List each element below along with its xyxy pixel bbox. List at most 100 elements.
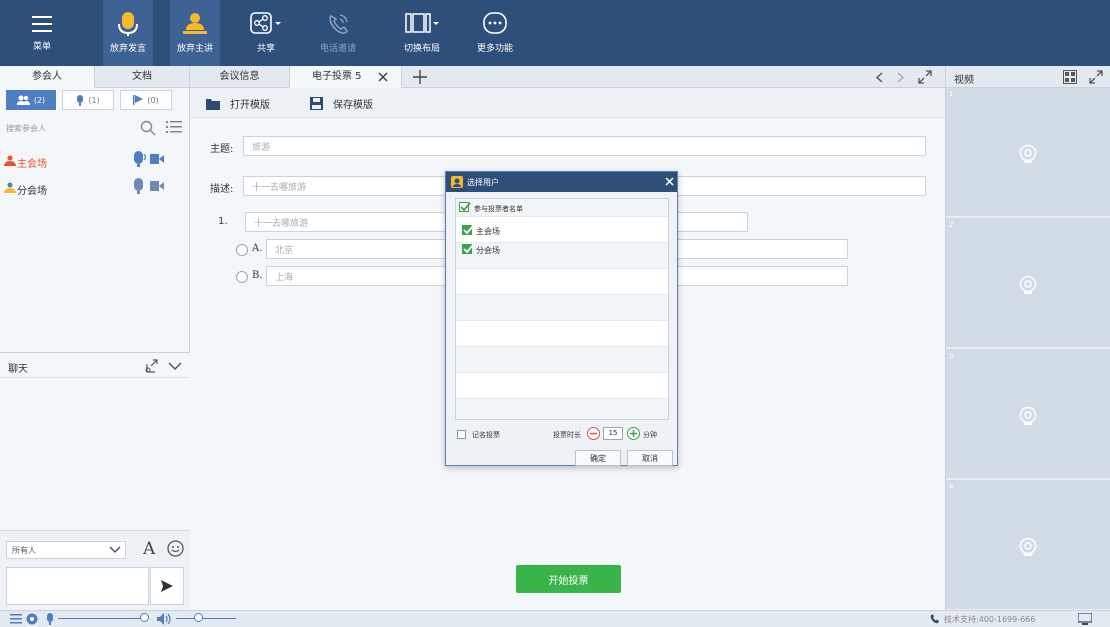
tab-label: 电子投票 5 <box>312 71 362 82</box>
menu-icon <box>32 16 52 32</box>
participant-checkbox[interactable] <box>462 225 474 235</box>
option-b-radio[interactable] <box>236 271 248 283</box>
toolbar-release-presenter-button[interactable]: 放弃主讲 <box>170 0 220 66</box>
duration-input[interactable]: 15 <box>603 427 623 440</box>
duration-unit: 分钟 <box>643 431 657 439</box>
webcam-icon <box>1019 537 1037 556</box>
list-header-row[interactable]: 参与投票者名单 <box>456 199 668 217</box>
toolbar-share-button[interactable]: 共享 <box>244 0 288 66</box>
popout-icon[interactable] <box>144 359 158 373</box>
toolbar-label: 共享 <box>256 44 275 54</box>
checkmark-icon <box>460 202 471 212</box>
left-panel: (2) (1) (0) 搜索参会人 主会场 分会场 聊天 所有人 A <box>0 88 190 610</box>
toolbar-more-button[interactable]: 更多功能 <box>471 0 519 66</box>
plus-icon[interactable] <box>627 427 640 440</box>
add-tab-icon[interactable] <box>413 70 427 84</box>
camera-icon[interactable] <box>150 154 164 164</box>
save-template-label: 保存模版 <box>333 100 373 111</box>
toolbar-label: 电话邀请 <box>319 44 356 54</box>
confirm-button[interactable]: 确定 <box>575 450 621 466</box>
microphone-icon[interactable] <box>132 178 148 196</box>
filter-all-button[interactable]: (2) <box>6 90 56 110</box>
tab-attendees[interactable]: 参会人 <box>0 66 95 88</box>
recipient-value: 所有人 <box>12 546 36 555</box>
subject-label: 主题: <box>210 144 234 155</box>
participant-row[interactable]: 主会场 <box>456 217 668 243</box>
video-cell-number: 4 <box>949 483 954 491</box>
network-icon[interactable] <box>1078 613 1092 625</box>
video-cell[interactable]: 3 <box>946 350 1110 480</box>
dialog-title: 选择用户 <box>467 178 499 187</box>
list-view-icon[interactable] <box>166 120 182 134</box>
camera-status-icon[interactable] <box>26 613 38 625</box>
search-placeholder: 搜索参会人 <box>6 124 46 133</box>
participant-row[interactable]: 分会场 <box>456 243 668 269</box>
chat-message-input[interactable] <box>6 567 149 605</box>
grid-layout-icon[interactable] <box>1063 70 1077 84</box>
microphone-icon[interactable] <box>46 613 54 625</box>
microphone-icon[interactable] <box>132 151 148 169</box>
webcam-icon <box>1019 406 1037 425</box>
search-icon[interactable] <box>140 120 156 136</box>
participant-checkbox[interactable] <box>462 244 474 254</box>
description-label: 描述: <box>210 184 234 195</box>
close-icon[interactable] <box>378 72 388 82</box>
filter-speaking-button[interactable]: (1) <box>62 90 114 110</box>
participant-name: 分会场 <box>476 246 500 255</box>
send-button[interactable] <box>150 567 184 605</box>
tab-documents[interactable]: 文档 <box>95 66 190 88</box>
video-cell[interactable]: 2 <box>946 219 1110 349</box>
folder-icon <box>206 98 220 110</box>
phone-icon <box>329 14 348 34</box>
toolbar-switch-layout-button[interactable]: 切换布局 <box>398 0 446 66</box>
close-icon[interactable] <box>665 177 674 186</box>
tab-meeting-info[interactable]: 会议信息 <box>190 66 290 88</box>
minus-icon[interactable] <box>587 427 600 440</box>
mic-volume-slider[interactable] <box>140 613 149 622</box>
camera-icon[interactable] <box>150 181 164 191</box>
open-template-button[interactable]: 打开模版 <box>206 96 270 111</box>
filter-count: (1) <box>88 95 100 105</box>
toolbar-menu-button[interactable]: 菜单 <box>20 0 64 66</box>
expand-icon[interactable] <box>1089 70 1103 84</box>
named-vote-label: 记名投票 <box>472 431 500 439</box>
chevron-left-icon[interactable] <box>875 72 883 83</box>
speaker-volume-slider[interactable] <box>194 613 203 622</box>
webcam-icon <box>1019 275 1037 294</box>
option-a-radio[interactable] <box>236 244 248 256</box>
chat-title: 聊天 <box>8 364 28 375</box>
list-icon[interactable] <box>10 613 22 625</box>
video-cell[interactable]: 1 <box>946 88 1110 218</box>
start-vote-button[interactable]: 开始投票 <box>516 565 621 593</box>
tab-electronic-vote[interactable]: 电子投票 5 <box>290 66 402 88</box>
select-all-checkbox[interactable] <box>459 202 471 212</box>
empty-row <box>456 373 668 399</box>
chat-recipient-select[interactable]: 所有人 <box>6 541 126 559</box>
attendee-filter-row: (2) (1) (0) <box>0 88 190 112</box>
toolbar-phone-invite-button[interactable]: 电话邀请 <box>312 0 364 66</box>
subject-input[interactable]: 旅游 <box>243 136 926 156</box>
expand-icon[interactable] <box>918 70 932 84</box>
attendee-search-input[interactable]: 搜索参会人 <box>0 118 190 140</box>
attendee-row[interactable]: 分会场 <box>0 176 190 200</box>
layout-icon <box>405 13 439 33</box>
checkmark-icon <box>463 244 474 254</box>
emoji-icon[interactable] <box>167 540 184 557</box>
toolbar-release-speech-button[interactable]: 放弃发言 <box>103 0 153 66</box>
filter-count: (0) <box>147 95 159 105</box>
chevron-down-icon[interactable] <box>168 362 182 371</box>
webcam-icon <box>1019 144 1037 163</box>
chevron-right-icon[interactable] <box>897 72 905 83</box>
microphone-icon <box>77 94 84 106</box>
cancel-button[interactable]: 取消 <box>627 450 673 466</box>
speaker-icon[interactable] <box>157 613 173 625</box>
named-vote-checkbox[interactable] <box>457 430 466 439</box>
font-style-icon[interactable]: A <box>143 539 155 559</box>
attendee-row[interactable]: 主会场 <box>0 149 190 173</box>
participant-list: 参与投票者名单 主会场 分会场 <box>455 198 669 420</box>
attendee-name: 主会场 <box>17 159 47 170</box>
video-cell-number: 3 <box>949 352 954 360</box>
save-template-button[interactable]: 保存模版 <box>310 96 373 111</box>
filter-raised-button[interactable]: (0) <box>120 90 172 110</box>
video-cell[interactable]: 4 <box>946 481 1110 611</box>
